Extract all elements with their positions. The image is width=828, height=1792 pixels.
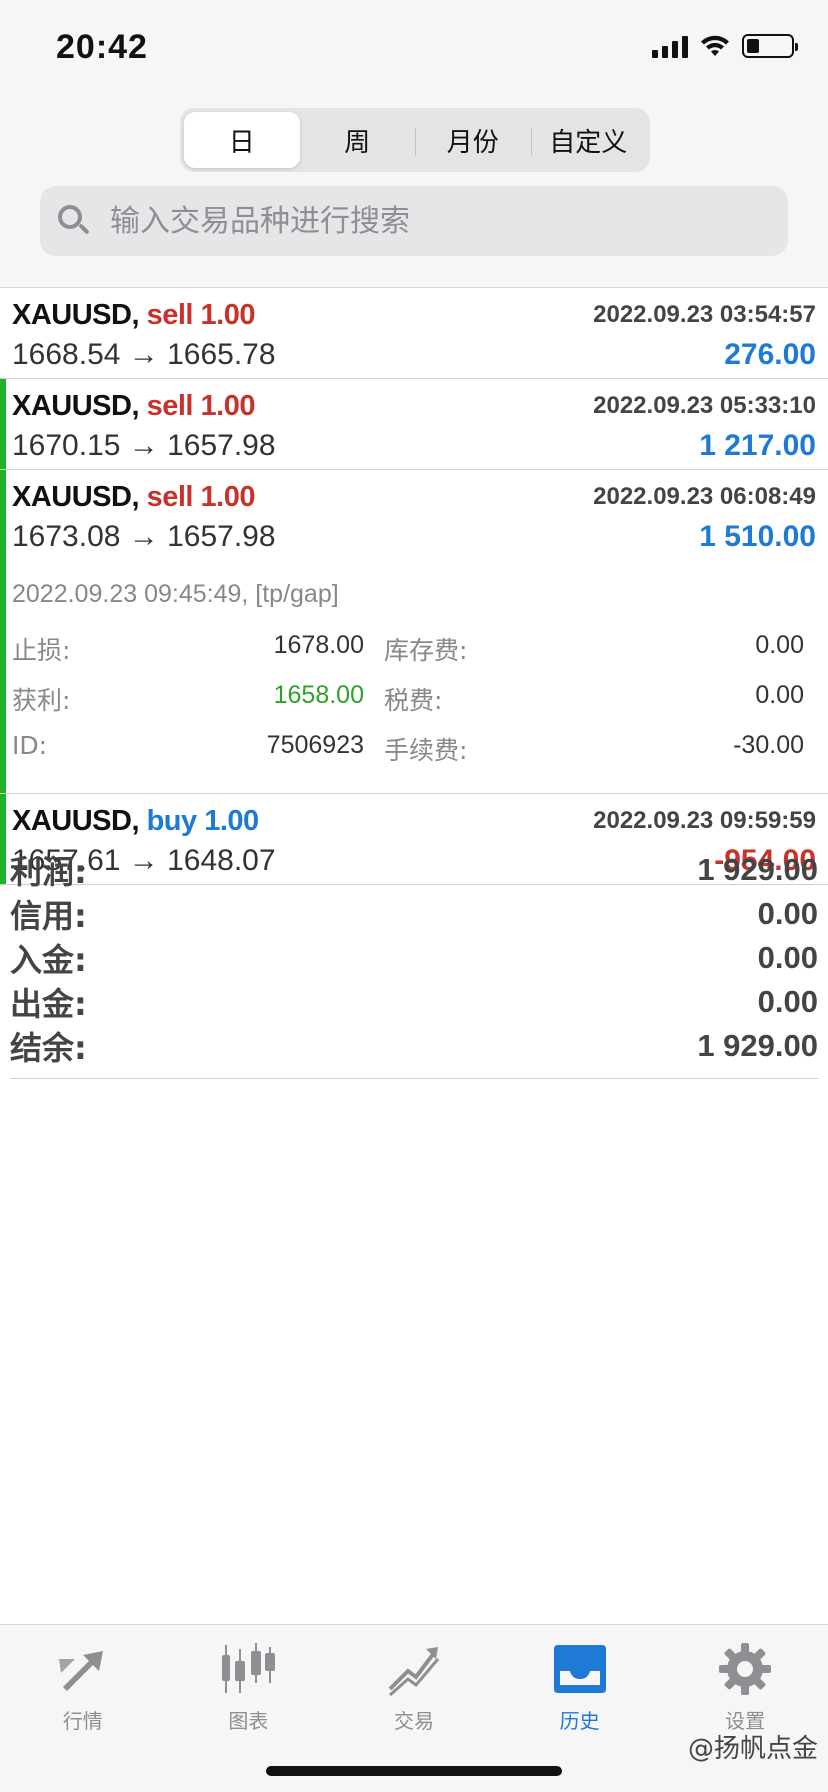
trade-direction: buy 1.00 (146, 804, 260, 837)
search-bar[interactable] (40, 186, 788, 256)
trade-direction: sell 1.00 (146, 298, 256, 331)
trade-open-time: 2022.09.23 03:54:57 (593, 301, 816, 328)
header: 20:42 日 周 月份 自定义 (0, 0, 828, 288)
search-input[interactable] (110, 203, 750, 239)
cellular-signal-icon (652, 34, 688, 58)
summary-credit: 信用: 0.00 (10, 896, 818, 935)
swap: 库存费: 0.00 (384, 631, 804, 665)
trade-direction: sell 1.00 (146, 389, 256, 422)
stop-loss: 止损: 1678.00 (12, 631, 364, 665)
trade-profit: 276.00 (724, 338, 816, 371)
battery-icon (742, 34, 798, 58)
tab-quotes-label: 行情 (62, 1709, 103, 1733)
trade-close-info: 2022.09.23 09:45:49, [tp/gap] (12, 580, 339, 608)
trade-direction: sell 1.00 (146, 480, 256, 513)
trade-row-expanded[interactable]: XAUUSD, sell 1.00 2022.09.23 06:08:49 16… (0, 470, 828, 794)
tab-custom[interactable]: 自定义 (530, 112, 647, 168)
trade-symbol: XAUUSD, (12, 298, 140, 331)
trade-row[interactable]: XAUUSD, sell 1.00 2022.09.23 03:54:57 16… (0, 288, 828, 379)
account-summary: 利润: 1 929.00 信用: 0.00 入金: 0.00 出金: 0.00 … (10, 848, 818, 1079)
trade-open-time: 2022.09.23 09:59:59 (593, 807, 816, 834)
trade-row[interactable]: XAUUSD, sell 1.00 2022.09.23 05:33:10 16… (0, 379, 828, 470)
tab-quotes[interactable]: 行情 (0, 1625, 166, 1792)
trade-prices: 1670.15 → 1657.98 (12, 429, 276, 462)
summary-withdrawal: 出金: 0.00 (10, 984, 818, 1023)
tab-day[interactable]: 日 (184, 112, 300, 168)
status-icons (652, 34, 798, 58)
quotes-arrows-icon (55, 1641, 111, 1697)
trade-symbol: XAUUSD, (12, 804, 140, 837)
trade-profit: 1 510.00 (699, 520, 816, 553)
trade-symbol: XAUUSD, (12, 480, 140, 513)
candlestick-chart-icon (220, 1641, 276, 1697)
summary-balance: 结余: 1 929.00 (10, 1028, 818, 1067)
tab-trade-label: 交易 (393, 1709, 434, 1733)
tab-history-label: 历史 (559, 1709, 600, 1733)
commission: 手续费: -30.00 (384, 731, 804, 765)
trade-open-time: 2022.09.23 06:08:49 (593, 483, 816, 510)
home-indicator[interactable] (266, 1766, 562, 1776)
trade-details: 2022.09.23 09:45:49, [tp/gap] 止损: 1678.0… (12, 560, 816, 793)
watermark: @扬帆点金 (687, 1734, 818, 1764)
take-profit: 获利: 1658.00 (12, 681, 364, 715)
order-id: ID: 7506923 (12, 731, 364, 760)
trade-prices: 1668.54 → 1665.78 (12, 338, 276, 371)
tax: 税费: 0.00 (384, 681, 804, 715)
search-icon (56, 203, 92, 239)
trade-trend-icon (386, 1641, 442, 1697)
summary-profit: 利润: 1 929.00 (10, 852, 818, 891)
trade-open-time: 2022.09.23 05:33:10 (593, 392, 816, 419)
tab-settings[interactable]: 设置 (662, 1625, 828, 1792)
gear-icon (717, 1641, 773, 1697)
trade-profit: 1 217.00 (699, 429, 816, 462)
history-inbox-icon (552, 1641, 608, 1697)
summary-deposit: 入金: 0.00 (10, 940, 818, 979)
tab-week[interactable]: 周 (300, 112, 416, 168)
trade-prices: 1673.08 → 1657.98 (12, 520, 276, 553)
tab-month[interactable]: 月份 (415, 112, 531, 168)
status-time: 20:42 (56, 28, 148, 66)
period-segmented-control: 日 周 月份 自定义 (180, 108, 650, 172)
trade-history-list: XAUUSD, sell 1.00 2022.09.23 03:54:57 16… (0, 288, 828, 885)
wifi-icon (701, 35, 729, 56)
tab-charts-label: 图表 (228, 1709, 269, 1733)
trade-symbol: XAUUSD, (12, 389, 140, 422)
